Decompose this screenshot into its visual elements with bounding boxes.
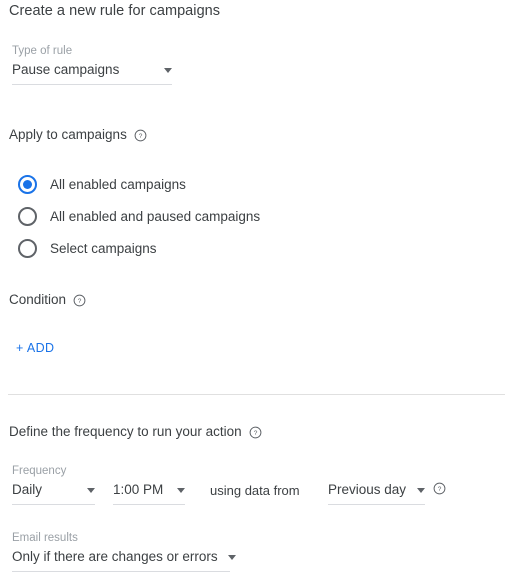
radio-label: Select campaigns: [50, 240, 157, 256]
type-of-rule-field[interactable]: Type of rule Pause campaigns: [12, 44, 172, 85]
chevron-down-icon: [164, 67, 172, 73]
frequency-section-heading: Define the frequency to run your action …: [9, 424, 262, 439]
help-circle-icon[interactable]: ?: [249, 426, 262, 439]
radio-option-all-enabled-and-paused-campaigns[interactable]: All enabled and paused campaigns: [18, 200, 260, 232]
new-rule-form: Create a new rule for campaigns Type of …: [0, 0, 513, 586]
email-results-select[interactable]: Only if there are changes or errors: [12, 547, 236, 567]
radio-option-select-campaigns[interactable]: Select campaigns: [18, 232, 260, 264]
svg-text:?: ?: [253, 430, 257, 437]
radio-button-selected[interactable]: [18, 174, 37, 194]
email-results-field[interactable]: Email results Only if there are changes …: [12, 531, 236, 572]
chevron-down-icon: [87, 487, 95, 493]
frequency-value: Daily: [12, 482, 43, 497]
type-of-rule-value: Pause campaigns: [12, 62, 120, 77]
page-title: Create a new rule for campaigns: [9, 3, 221, 19]
section-divider: [8, 394, 505, 395]
radio-button[interactable]: [18, 206, 37, 226]
frequency-field[interactable]: Frequency Daily: [12, 464, 95, 505]
chevron-down-icon: [417, 487, 425, 493]
help-circle-icon[interactable]: ?: [134, 129, 147, 142]
frequency-select[interactable]: Daily: [12, 480, 95, 500]
frequency-underline: [12, 504, 95, 505]
help-circle-icon[interactable]: ?: [73, 294, 86, 307]
time-value: 1:00 PM: [113, 482, 164, 497]
time-field[interactable]: 1:00 PM: [113, 464, 185, 505]
apply-to-campaigns-heading: Apply to campaigns ?: [9, 127, 147, 142]
condition-heading-text: Condition: [9, 292, 67, 307]
add-condition-button[interactable]: + ADD: [16, 341, 54, 355]
data-range-label-spacer: [328, 464, 425, 478]
svg-text:?: ?: [438, 486, 442, 493]
radio-button[interactable]: [18, 238, 37, 258]
radio-label: All enabled and paused campaigns: [50, 208, 261, 224]
time-label-spacer: [113, 464, 185, 478]
time-underline: [113, 504, 185, 505]
svg-text:?: ?: [78, 298, 82, 305]
frequency-section-heading-text: Define the frequency to run your action: [9, 424, 242, 439]
data-range-value: Previous day: [328, 482, 407, 497]
data-range-select[interactable]: Previous day: [328, 480, 425, 500]
frequency-label: Frequency: [12, 465, 67, 477]
email-results-value: Only if there are changes or errors: [12, 549, 218, 564]
radio-option-all-enabled-campaigns[interactable]: All enabled campaigns: [18, 168, 260, 200]
email-results-underline: [12, 571, 230, 572]
type-of-rule-underline: [12, 84, 172, 85]
data-range-field[interactable]: Previous day: [328, 464, 425, 505]
chevron-down-icon: [227, 554, 236, 560]
radio-label: All enabled campaigns: [50, 176, 186, 192]
apply-to-campaigns-radio-group[interactable]: All enabled campaigns All enabled and pa…: [18, 168, 260, 264]
svg-text:?: ?: [139, 133, 143, 140]
apply-to-campaigns-heading-text: Apply to campaigns: [9, 127, 127, 142]
type-of-rule-select[interactable]: Pause campaigns: [12, 60, 172, 80]
time-select[interactable]: 1:00 PM: [113, 480, 185, 500]
type-of-rule-label: Type of rule: [12, 45, 73, 57]
help-circle-icon[interactable]: ?: [433, 482, 446, 495]
data-range-underline: [328, 504, 425, 505]
condition-heading: Condition ?: [9, 292, 86, 307]
using-data-from-label: using data from: [210, 483, 300, 498]
email-results-label: Email results: [12, 532, 78, 544]
chevron-down-icon: [177, 487, 185, 493]
